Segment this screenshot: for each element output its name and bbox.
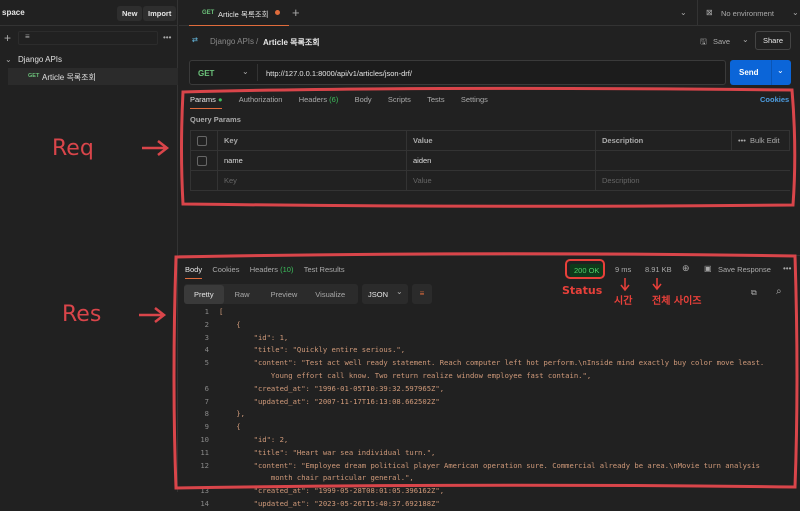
code-line: 14 "updated_at": "2023-05-26T15:40:37.69… [181, 498, 800, 511]
res-arrow-icon [139, 308, 164, 322]
size-annotation: 전체 사이즈 [652, 292, 701, 307]
annotation-overlay [0, 0, 800, 492]
line-number: 14 [181, 498, 209, 511]
time-annotation: 시간 [614, 292, 632, 307]
req-arrow-icon [142, 141, 167, 155]
status-highlight [566, 260, 604, 278]
code-text: "updated_at": "2023-05-26T15:40:37.69218… [219, 499, 440, 508]
status-annotation: Status [562, 284, 602, 297]
res-annotation: Res [62, 302, 101, 327]
response-annotation-box [174, 254, 797, 488]
request-annotation-box [182, 88, 795, 206]
size-arrow-icon [653, 278, 661, 289]
time-arrow-icon [621, 278, 629, 290]
req-annotation: Req [52, 136, 94, 161]
